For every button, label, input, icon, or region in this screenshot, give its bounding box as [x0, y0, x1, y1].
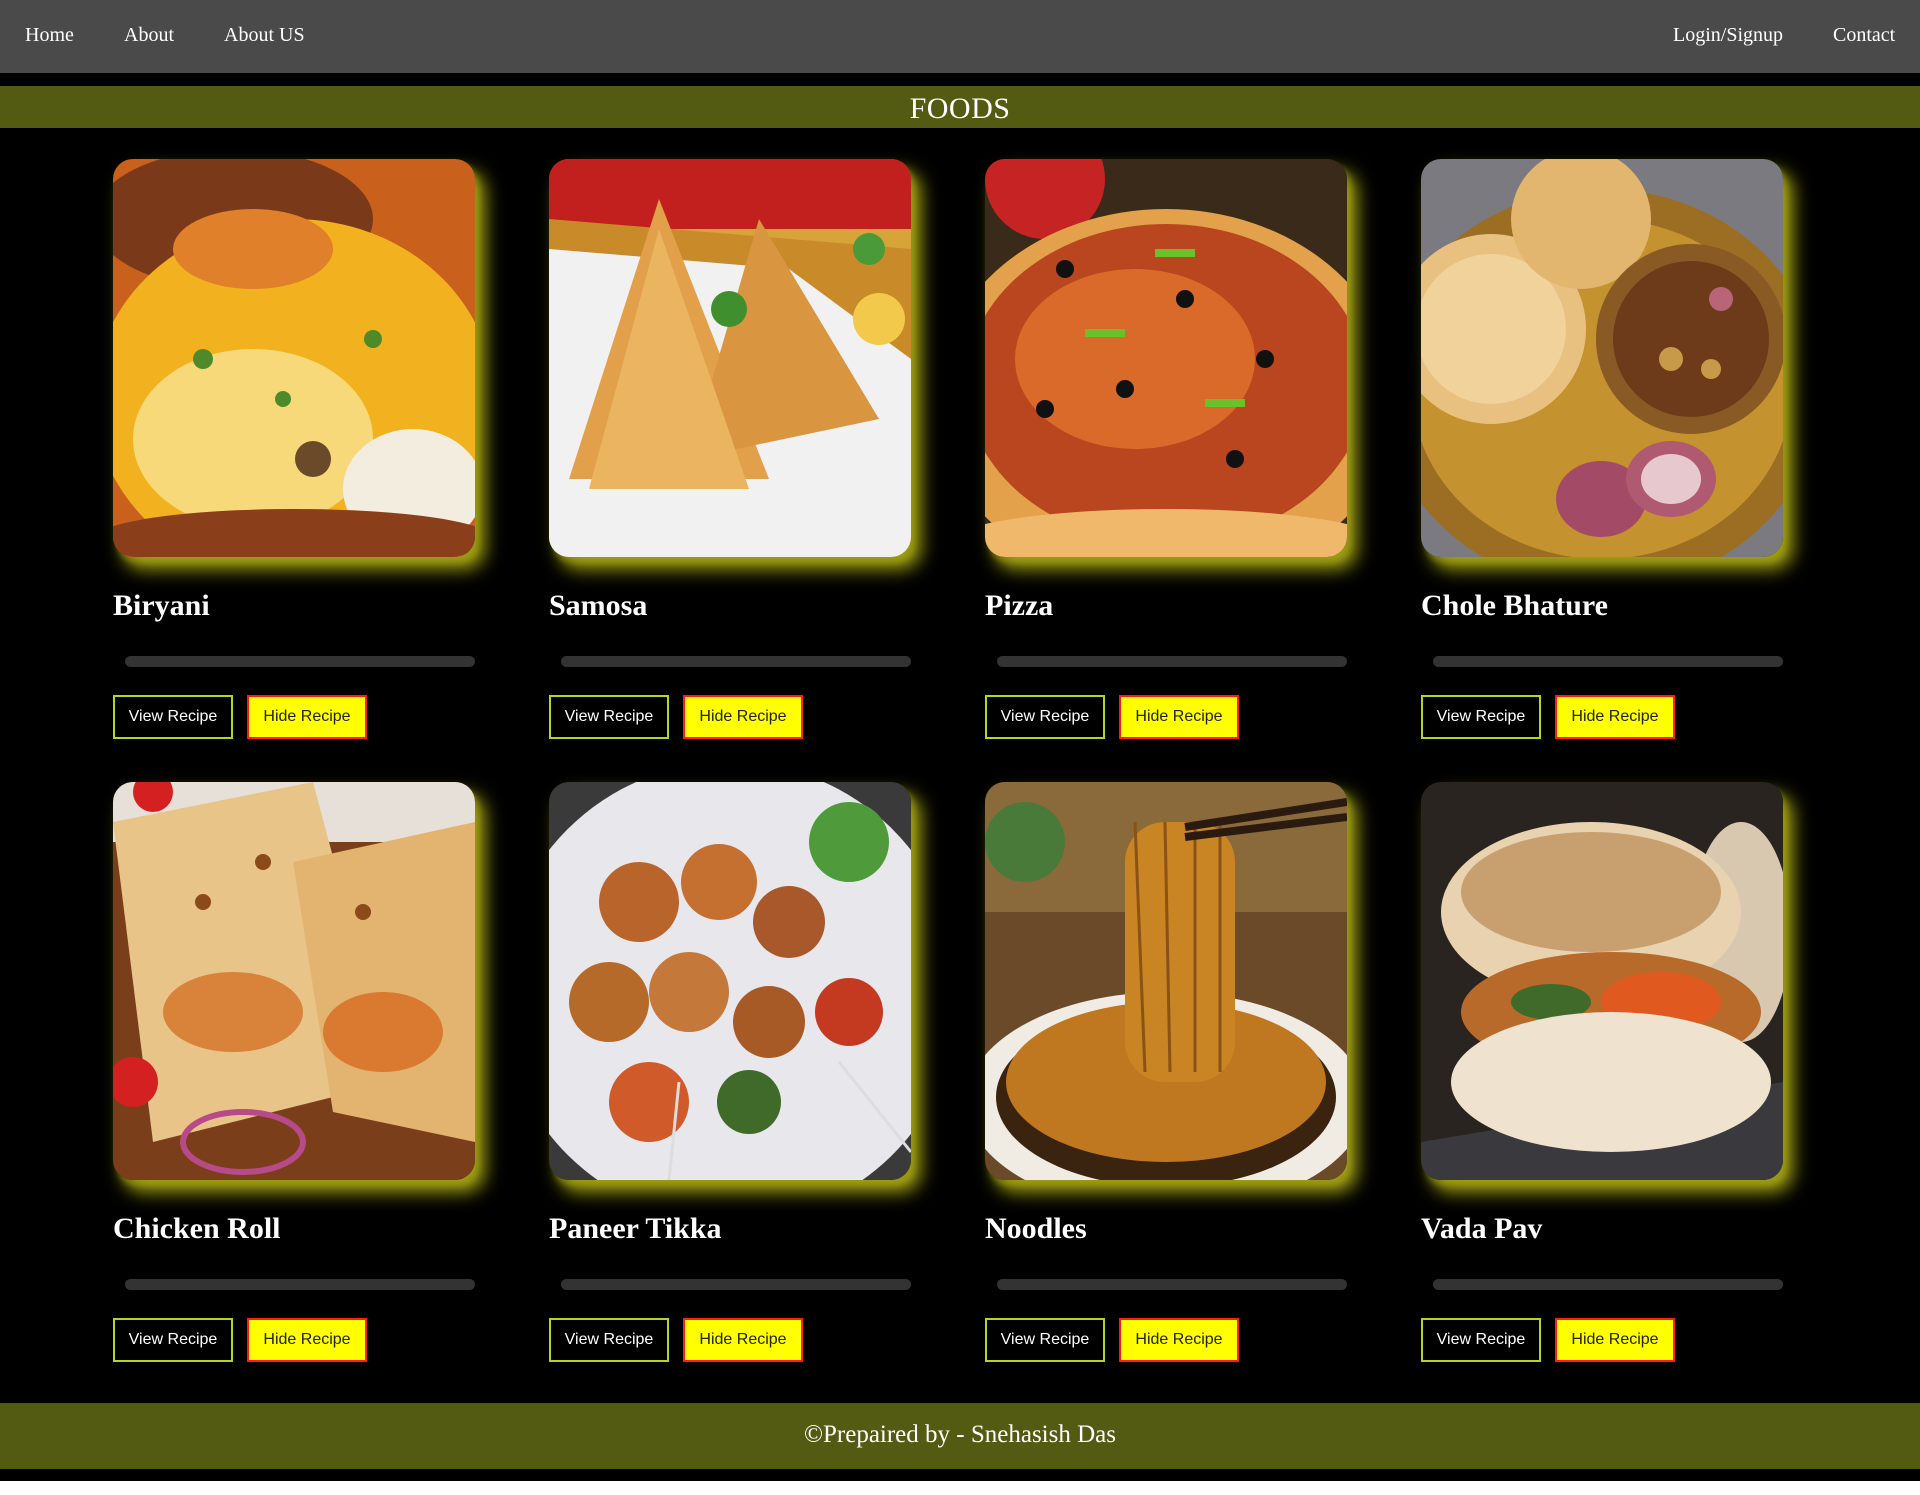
food-name: Samosa: [549, 589, 648, 622]
paneer-tikka-photo: [549, 782, 911, 1180]
nav-home-link[interactable]: Home: [25, 24, 74, 47]
view-recipe-button[interactable]: View Recipe: [1421, 1318, 1541, 1362]
food-name: Pizza: [985, 589, 1054, 622]
food-card-paneer-tikka: Paneer Tikka View Recipe Hide Recipe: [549, 782, 913, 1382]
foods-banner: FOODS: [0, 86, 1920, 128]
food-name: Paneer Tikka: [549, 1212, 722, 1245]
top-navbar: Home About About US Login/Signup Contact: [0, 0, 1920, 73]
view-recipe-button[interactable]: View Recipe: [549, 1318, 669, 1362]
hide-recipe-button[interactable]: Hide Recipe: [1555, 695, 1675, 739]
recipe-progress-bar: [125, 656, 475, 667]
recipe-progress-bar: [561, 656, 911, 667]
nav-login-signup-link[interactable]: Login/Signup: [1673, 24, 1783, 47]
nav-contact-link[interactable]: Contact: [1833, 24, 1895, 47]
recipe-progress-bar: [125, 1279, 475, 1290]
recipe-progress-bar: [561, 1279, 911, 1290]
food-card-vada-pav: Vada Pav View Recipe Hide Recipe: [1421, 782, 1785, 1382]
recipe-progress-bar: [1433, 1279, 1783, 1290]
nav-about-link[interactable]: About: [124, 24, 174, 47]
food-name: Chicken Roll: [113, 1212, 281, 1245]
chicken-roll-photo: [113, 782, 475, 1180]
food-card-biryani: Biryani View Recipe Hide Recipe: [113, 159, 477, 759]
banner-title: FOODS: [909, 92, 1011, 125]
hide-recipe-button[interactable]: Hide Recipe: [683, 695, 803, 739]
view-recipe-button[interactable]: View Recipe: [113, 1318, 233, 1362]
food-name: Chole Bhature: [1421, 589, 1608, 622]
hide-recipe-button[interactable]: Hide Recipe: [247, 1318, 367, 1362]
view-recipe-button[interactable]: View Recipe: [113, 695, 233, 739]
recipe-progress-bar: [1433, 656, 1783, 667]
food-card-pizza: Pizza View Recipe Hide Recipe: [985, 159, 1349, 759]
noodles-photo: [985, 782, 1347, 1180]
food-card-samosa: Samosa View Recipe Hide Recipe: [549, 159, 913, 759]
bottom-strip: [0, 1481, 1920, 1495]
footer: ©Prepaired by - Snehasish Das: [0, 1403, 1920, 1469]
food-name: Noodles: [985, 1212, 1087, 1245]
view-recipe-button[interactable]: View Recipe: [985, 695, 1105, 739]
pizza-photo: [985, 159, 1347, 557]
view-recipe-button[interactable]: View Recipe: [549, 695, 669, 739]
food-name: Biryani: [113, 589, 210, 622]
food-name: Vada Pav: [1421, 1212, 1543, 1245]
hide-recipe-button[interactable]: Hide Recipe: [1555, 1318, 1675, 1362]
biryani-photo: [113, 159, 475, 557]
hide-recipe-button[interactable]: Hide Recipe: [1119, 695, 1239, 739]
hide-recipe-button[interactable]: Hide Recipe: [1119, 1318, 1239, 1362]
vada-pav-photo: [1421, 782, 1783, 1180]
footer-credit: ©Prepaired by - Snehasish Das: [804, 1421, 1116, 1448]
view-recipe-button[interactable]: View Recipe: [1421, 695, 1541, 739]
samosa-photo: [549, 159, 911, 557]
hide-recipe-button[interactable]: Hide Recipe: [247, 695, 367, 739]
chole-bhature-photo: [1421, 159, 1783, 557]
nav-about-us-link[interactable]: About US: [224, 24, 305, 47]
recipe-progress-bar: [997, 656, 1347, 667]
food-card-chicken-roll: Chicken Roll View Recipe Hide Recipe: [113, 782, 477, 1382]
food-card-noodles: Noodles View Recipe Hide Recipe: [985, 782, 1349, 1382]
recipe-progress-bar: [997, 1279, 1347, 1290]
hide-recipe-button[interactable]: Hide Recipe: [683, 1318, 803, 1362]
view-recipe-button[interactable]: View Recipe: [985, 1318, 1105, 1362]
food-card-chole-bhature: Chole Bhature View Recipe Hide Recipe: [1421, 159, 1785, 759]
